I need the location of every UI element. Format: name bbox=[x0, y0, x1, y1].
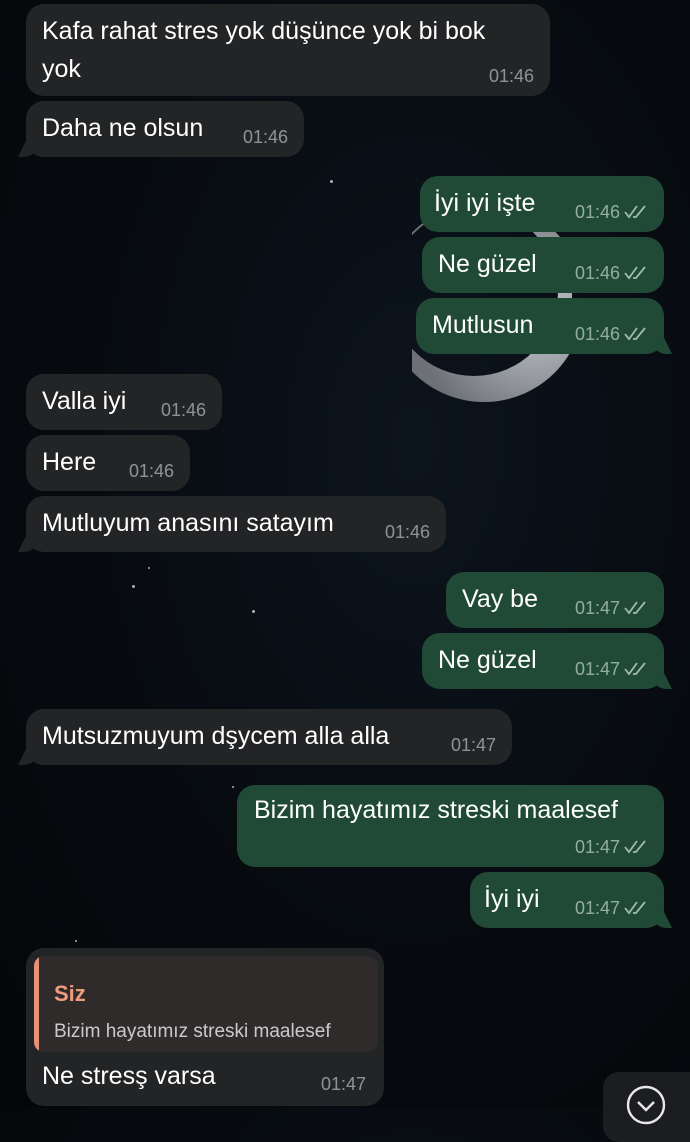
message-time: 01:46 bbox=[128, 461, 174, 481]
message-text-line: Kafa rahat stres yok düşünce yok bi bok bbox=[42, 17, 486, 45]
message-time: 01:47 bbox=[320, 1074, 366, 1094]
message-bubble-incoming[interactable]: Here 01:46 bbox=[26, 435, 190, 491]
message-time-value: 01:46 bbox=[574, 263, 620, 283]
message-time: 01:47 bbox=[575, 598, 650, 618]
star bbox=[330, 180, 333, 183]
message-time: 01:47 bbox=[450, 735, 496, 755]
message-time-value: 01:46 bbox=[574, 324, 620, 344]
double-check-icon bbox=[624, 901, 646, 915]
message-text: İyi iyi işte bbox=[434, 189, 536, 217]
message-time: 01:46 bbox=[575, 324, 650, 344]
double-check-icon bbox=[624, 266, 646, 280]
message-bubble-outgoing[interactable]: Ne güzel 01:47 bbox=[422, 633, 664, 689]
message-bubble-outgoing[interactable]: Bizim hayatımız streski maalesef 01:47 bbox=[237, 785, 664, 867]
message-bubble-incoming[interactable]: Mutluyum anasını satayım 01:46 bbox=[26, 496, 446, 552]
message-time: 01:46 bbox=[575, 263, 650, 283]
message-bubble-outgoing[interactable]: Ne güzel 01:46 bbox=[422, 237, 664, 293]
message-text: Valla iyi bbox=[42, 387, 127, 415]
message-time: 01:46 bbox=[384, 522, 430, 542]
message-bubble-incoming[interactable]: Valla iyi 01:46 bbox=[26, 374, 222, 430]
message-time-value: 01:47 bbox=[574, 598, 620, 618]
message-time: 01:47 bbox=[575, 659, 650, 679]
message-text: Mutluyum anasını satayım bbox=[42, 509, 334, 537]
message-text: Vay be bbox=[462, 585, 538, 613]
message-time-value: 01:47 bbox=[574, 898, 620, 918]
message-text: Ne stresş varsa bbox=[42, 1062, 216, 1090]
double-check-icon bbox=[624, 205, 646, 219]
star bbox=[252, 610, 255, 613]
message-text: Ne güzel bbox=[438, 646, 537, 674]
message-time-value: 01:47 bbox=[574, 837, 620, 857]
message-text-line: yok bbox=[42, 55, 81, 83]
message-text: Ne güzel bbox=[438, 250, 537, 278]
message-bubble-outgoing[interactable]: İyi iyi işte 01:46 bbox=[420, 176, 664, 232]
message-time-value: 01:46 bbox=[574, 202, 620, 222]
message-time: 01:46 bbox=[575, 202, 650, 222]
double-check-icon bbox=[624, 601, 646, 615]
double-check-icon bbox=[624, 327, 646, 341]
message-bubble-incoming[interactable]: Daha ne olsun 01:46 bbox=[26, 101, 304, 157]
chevron-down-icon bbox=[626, 1085, 666, 1125]
double-check-icon bbox=[624, 662, 646, 676]
message-bubble-incoming-reply[interactable]: Siz Bizim hayatımız streski maalesef Ne … bbox=[26, 948, 384, 1106]
message-bubble-incoming[interactable]: Kafa rahat stres yok düşünce yok bi bok … bbox=[26, 4, 550, 96]
message-text: Mutsuzmuyum dşycem alla alla bbox=[42, 722, 390, 750]
message-bubble-incoming[interactable]: Mutsuzmuyum dşycem alla alla 01:47 bbox=[26, 709, 512, 765]
star bbox=[232, 786, 234, 788]
star bbox=[148, 567, 150, 569]
scroll-to-bottom-button[interactable] bbox=[603, 1072, 690, 1142]
message-time: 01:46 bbox=[160, 400, 206, 420]
reply-accent-bar bbox=[34, 956, 39, 1052]
star bbox=[132, 585, 135, 588]
message-bubble-outgoing[interactable]: İyi iyi 01:47 bbox=[470, 872, 664, 928]
message-text: Mutlusun bbox=[432, 311, 534, 339]
message-time: 01:47 bbox=[575, 898, 650, 918]
message-text: Daha ne olsun bbox=[42, 114, 204, 142]
message-text: Here bbox=[42, 448, 97, 476]
message-bubble-outgoing[interactable]: Mutlusun 01:46 bbox=[416, 298, 664, 354]
reply-author: Siz bbox=[54, 981, 86, 1006]
message-time-value: 01:47 bbox=[574, 659, 620, 679]
reply-quoted-text: Bizim hayatımız streski maalesef bbox=[54, 1021, 331, 1042]
message-bubble-outgoing[interactable]: Vay be 01:47 bbox=[446, 572, 664, 628]
message-text: Bizim hayatımız streski maalesef bbox=[254, 796, 618, 824]
wallpaper bbox=[0, 0, 690, 1108]
message-time: 01:46 bbox=[488, 66, 534, 86]
star bbox=[75, 940, 77, 942]
double-check-icon bbox=[624, 840, 646, 854]
message-time: 01:47 bbox=[575, 837, 650, 857]
reply-quote[interactable]: Siz Bizim hayatımız streski maalesef bbox=[34, 956, 378, 1052]
message-time: 01:46 bbox=[242, 127, 288, 147]
message-text: İyi iyi bbox=[484, 885, 540, 913]
